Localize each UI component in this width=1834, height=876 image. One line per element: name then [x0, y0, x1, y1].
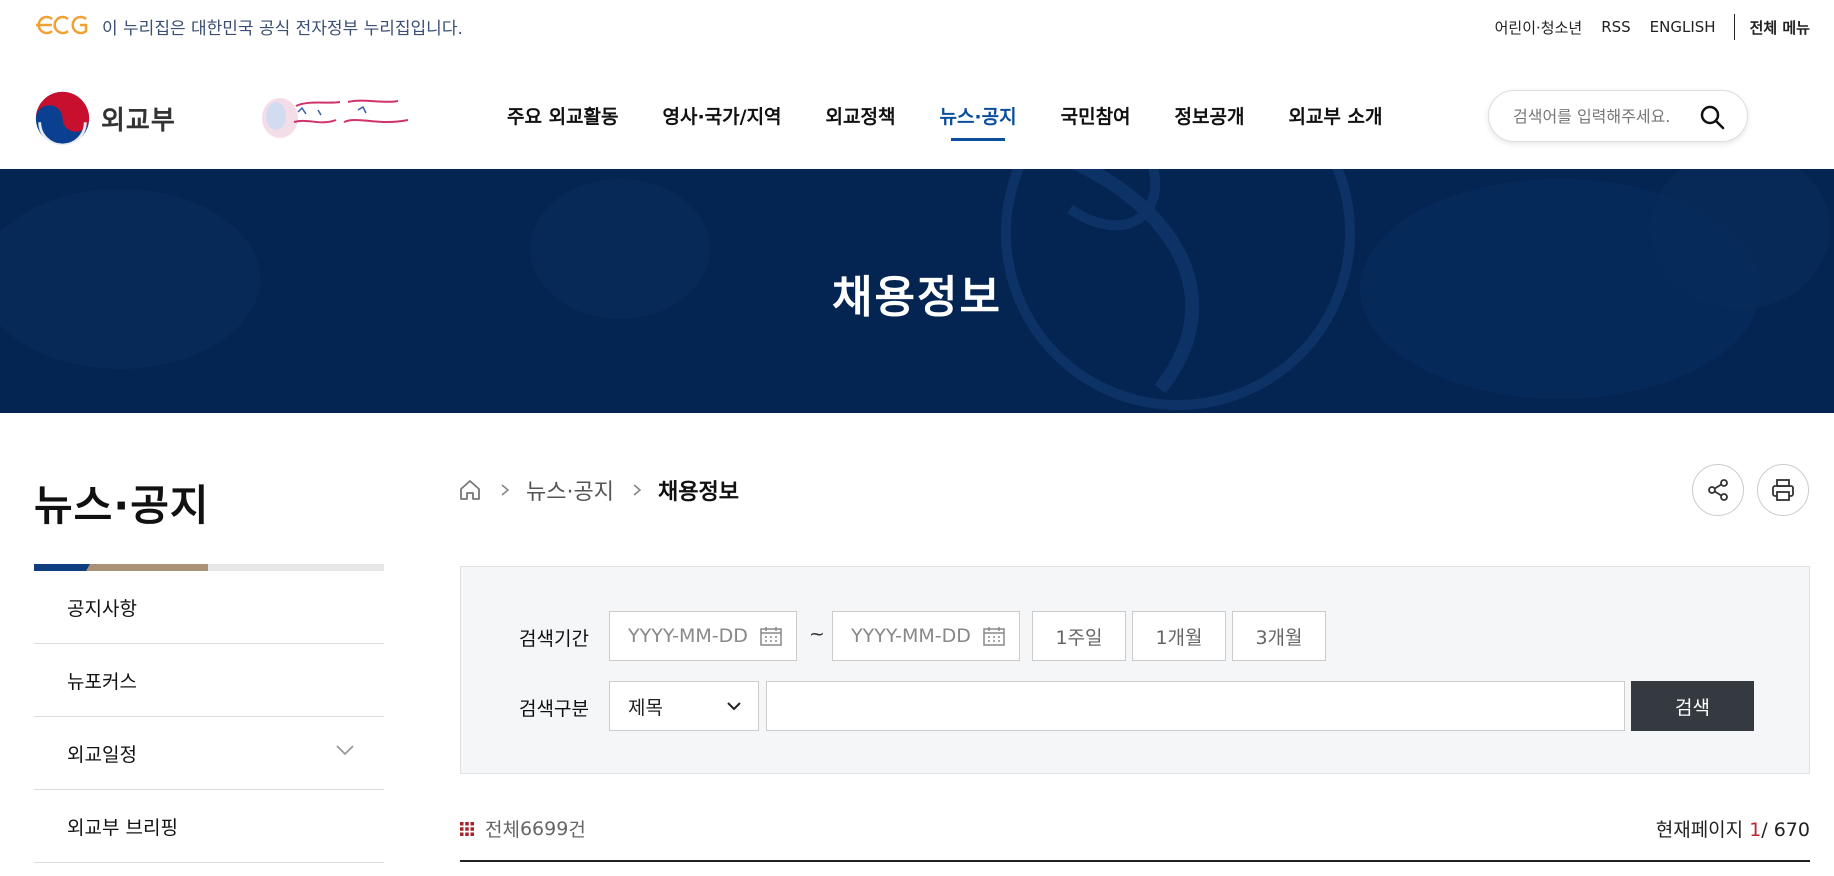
search-icon[interactable]	[1699, 104, 1725, 130]
total-prefix: 전체	[485, 819, 520, 841]
search-period-label: 검색기간	[519, 628, 589, 650]
keyword-input[interactable]	[766, 681, 1625, 731]
banner-title: 채용정보	[832, 272, 1002, 323]
sidebar-item-briefing[interactable]: 외교부 브리핑	[34, 790, 384, 863]
util-link-english[interactable]: ENGLISH	[1650, 18, 1716, 36]
total-suffix: 건	[568, 819, 586, 841]
share-button[interactable]	[1692, 464, 1744, 516]
breadcrumb: 뉴스·공지 채용정보	[458, 474, 739, 506]
breadcrumb-current: 채용정보	[657, 480, 739, 505]
government-notice-bar: 이 누리집은 대한민국 공식 전자정부 누리집입니다. 어린이·청소년 RSS …	[0, 0, 1834, 52]
util-link-kids[interactable]: 어린이·청소년	[1495, 17, 1583, 38]
page-banner: 채용정보	[0, 169, 1834, 413]
nav-item-about-ministry[interactable]: 외교부 소개	[1288, 102, 1382, 143]
period-3-months-button[interactable]: 3개월	[1232, 611, 1326, 661]
print-button[interactable]	[1757, 464, 1809, 516]
site-header: 외교부 주요 외교활동 영사·국가/지역 외교정책 뉴스·공지 국민참여 정보공…	[0, 52, 1834, 169]
date-range-separator: ~	[809, 623, 825, 645]
sidebar-item-new-focus[interactable]: 뉴포커스	[34, 644, 384, 717]
header-search	[1488, 90, 1748, 142]
sidebar-item-diplomatic-schedule[interactable]: 외교일정	[34, 717, 384, 790]
sidebar-item-label: 뉴포커스	[67, 670, 137, 693]
start-date-field[interactable]: YYYY-MM-DD	[609, 611, 797, 661]
chevron-down-icon	[727, 702, 741, 711]
period-1-week-button[interactable]: 1주일	[1032, 611, 1126, 661]
nav-item-public-participation[interactable]: 국민참여	[1061, 102, 1131, 143]
sidebar-item-label: 공지사항	[67, 597, 137, 620]
page-label: 현재페이지	[1655, 819, 1750, 841]
period-1-month-button[interactable]: 1개월	[1132, 611, 1226, 661]
main-navigation: 주요 외교활동 영사·국가/지역 외교정책 뉴스·공지 국민참여 정보공개 외교…	[507, 102, 1426, 143]
total-number: 6699	[519, 817, 569, 840]
sidebar-item-label: 외교부 브리핑	[67, 816, 178, 839]
total-pages: / 670	[1761, 819, 1810, 841]
end-date-field[interactable]: YYYY-MM-DD	[832, 611, 1020, 661]
slogan-image	[262, 98, 409, 138]
utility-links: 어린이·청소년 RSS ENGLISH 전체 메뉴	[1476, 14, 1810, 40]
search-filter-panel: 검색기간 YYYY-MM-DD ~ YYYY-MM-DD 1주일 1개월 3개월…	[460, 566, 1810, 774]
all-menu-button[interactable]: 전체 메뉴	[1750, 17, 1810, 38]
calendar-icon[interactable]	[760, 626, 782, 646]
nav-item-consular-countries[interactable]: 영사·국가/지역	[663, 102, 782, 143]
chevron-down-icon	[336, 745, 354, 756]
nav-item-foreign-policy[interactable]: 외교정책	[826, 102, 896, 143]
end-date-placeholder: YYYY-MM-DD	[851, 625, 971, 647]
search-button[interactable]: 검색	[1631, 681, 1754, 731]
grid-icon	[460, 821, 474, 836]
government-notice-text: 이 누리집은 대한민국 공식 전자정부 누리집입니다.	[102, 19, 463, 39]
section-title-underline	[34, 564, 384, 571]
sidebar-menu: 공지사항 뉴포커스 외교일정 외교부 브리핑	[34, 571, 384, 863]
chevron-right-icon	[501, 484, 510, 496]
section-title: 뉴스·공지	[34, 481, 210, 530]
taegeuk-emblem-icon	[35, 91, 90, 147]
header-search-input[interactable]	[1513, 106, 1693, 126]
page-indicator: 현재페이지 1/ 670	[1656, 815, 1810, 842]
sidebar-item-notices[interactable]: 공지사항	[34, 571, 384, 644]
nav-item-diplomatic-activities[interactable]: 주요 외교활동	[507, 102, 619, 143]
search-type-label: 검색구분	[519, 698, 589, 720]
calendar-icon[interactable]	[983, 626, 1005, 646]
util-divider	[1733, 14, 1735, 40]
egov-logo-icon	[36, 15, 88, 35]
search-type-select[interactable]: 제목	[609, 681, 759, 731]
search-type-value: 제목	[628, 696, 663, 719]
util-link-rss[interactable]: RSS	[1601, 18, 1630, 36]
nav-item-information-disclosure[interactable]: 정보공개	[1175, 102, 1245, 143]
print-icon	[1772, 479, 1794, 501]
start-date-placeholder: YYYY-MM-DD	[628, 625, 748, 647]
home-icon[interactable]	[458, 478, 482, 502]
logo-text: 외교부	[101, 106, 176, 136]
share-icon	[1708, 479, 1728, 501]
total-count: 전체 6699 건	[460, 815, 586, 842]
current-page: 1	[1749, 819, 1762, 841]
sidebar-item-label: 외교일정	[67, 743, 137, 766]
list-top-border	[460, 860, 1810, 862]
chevron-right-icon	[633, 484, 642, 496]
nav-item-news-notices[interactable]: 뉴스·공지	[939, 102, 1017, 143]
breadcrumb-parent[interactable]: 뉴스·공지	[526, 474, 614, 506]
site-logo[interactable]: 외교부	[34, 90, 176, 147]
